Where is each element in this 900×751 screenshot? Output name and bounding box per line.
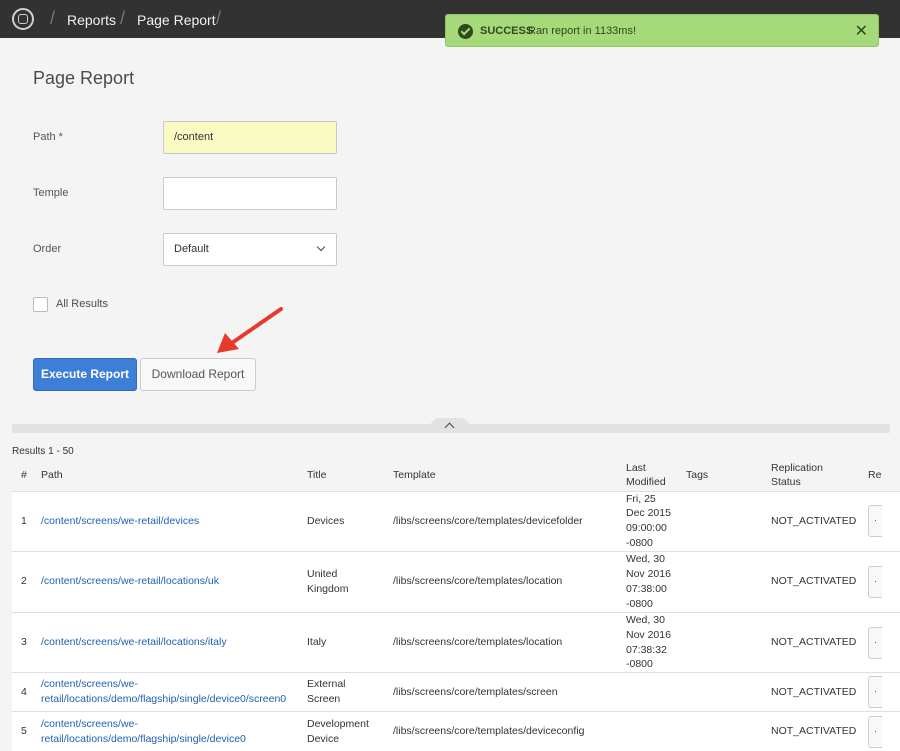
path-label: Path * [33, 131, 63, 143]
row-number: 5 [21, 725, 27, 738]
row-last-modified [626, 673, 686, 712]
column-header-tags[interactable]: Tags [686, 459, 771, 491]
all-results-checkbox[interactable] [33, 297, 48, 312]
results-summary: Results 1 - 50 [12, 446, 74, 457]
row-tags [686, 552, 771, 613]
row-template: /libs/screens/core/templates/location [393, 636, 563, 649]
row-title: Development Device [307, 717, 369, 745]
table-row: 1 /content/screens/we-retail/devices Dev… [12, 491, 900, 552]
row-action-button[interactable]: · [868, 676, 882, 709]
row-last-modified: Wed, 30 Nov 2016 07:38:00 -0800 [626, 553, 671, 610]
column-header-replication-status[interactable]: Replication Status [771, 459, 868, 491]
column-header-number: # [21, 468, 27, 481]
row-tags [686, 673, 771, 712]
order-select[interactable]: Default [163, 233, 337, 266]
row-title: External Screen [307, 678, 346, 706]
row-template: /libs/screens/core/templates/deviceconfi… [393, 725, 585, 738]
collapse-chevron-up-icon[interactable] [430, 418, 470, 433]
check-circle-icon [458, 24, 473, 39]
app-logo-icon[interactable] [12, 8, 34, 30]
row-replication-status: NOT_ACTIVATED [771, 685, 857, 698]
red-arrow-annotation [217, 307, 283, 353]
row-action-button[interactable]: · [868, 505, 882, 538]
row-action-button[interactable]: · [868, 565, 882, 598]
row-path-link[interactable]: /content/screens/we- retail/locations/de… [41, 718, 246, 745]
table-row: 4 /content/screens/we- retail/locations/… [12, 672, 900, 712]
execute-report-button[interactable]: Execute Report [33, 358, 137, 391]
row-template: /libs/screens/core/templates/location [393, 575, 563, 588]
row-title: Italy [307, 636, 327, 649]
order-select-value: Default [174, 243, 209, 255]
row-replication-status: NOT_ACTIVATED [771, 514, 857, 527]
row-template: /libs/screens/core/templates/devicefolde… [393, 514, 583, 527]
row-replication-status: NOT_ACTIVATED [771, 636, 857, 649]
breadcrumb-separator: / [50, 8, 56, 28]
toast-message: Ran report in 1133ms! [528, 25, 637, 37]
row-tags [686, 612, 771, 673]
results-table: # Path Title Template Last Modified Tags… [12, 459, 900, 751]
column-header-path[interactable]: Path [41, 459, 307, 491]
row-action-button[interactable]: · [868, 715, 882, 748]
column-header-title[interactable]: Title [307, 459, 393, 491]
template-label: Temple [33, 187, 69, 199]
row-title: Devices [307, 514, 345, 527]
page-title: Page Report [33, 68, 135, 88]
breadcrumb-page-report[interactable]: Page Report [137, 12, 216, 28]
row-path-link[interactable]: /content/screens/we-retail/locations/ita… [41, 636, 227, 648]
template-input[interactable] [163, 177, 337, 210]
row-number: 4 [21, 685, 27, 698]
column-header-last-modified[interactable]: Last Modified [626, 459, 686, 491]
chevron-down-icon [316, 242, 326, 252]
table-header-row: # Path Title Template Last Modified Tags… [12, 459, 900, 491]
table-row: 2 /content/screens/we-retail/locations/u… [12, 551, 900, 613]
table-row: 5 /content/screens/we- retail/locations/… [12, 711, 900, 751]
breadcrumb-separator: / [216, 8, 222, 28]
row-number: 1 [21, 514, 27, 527]
row-tags [686, 712, 771, 751]
row-action-button[interactable]: · [868, 626, 882, 659]
table-row: 3 /content/screens/we-retail/locations/i… [12, 612, 900, 673]
breadcrumb-separator: / [120, 8, 126, 28]
breadcrumb-reports[interactable]: Reports [67, 12, 116, 28]
row-path-link[interactable]: /content/screens/we- retail/locations/de… [41, 678, 286, 705]
column-header-truncated: Re [868, 468, 882, 481]
toast-title: SUCCESS [480, 25, 534, 37]
download-report-button[interactable]: Download Report [140, 358, 256, 391]
all-results-label: All Results [56, 298, 108, 310]
row-last-modified: Fri, 25 Dec 2015 09:00:00 -0800 [626, 492, 671, 550]
row-title: United Kingdom [307, 568, 349, 595]
row-replication-status: NOT_ACTIVATED [771, 725, 857, 738]
order-label: Order [33, 243, 62, 255]
column-header-template[interactable]: Template [393, 459, 626, 491]
success-toast: SUCCESS Ran report in 1133ms! ✕ [445, 14, 879, 47]
row-tags [686, 491, 771, 552]
row-replication-status: NOT_ACTIVATED [771, 575, 857, 588]
row-path-link[interactable]: /content/screens/we-retail/locations/uk [41, 575, 219, 587]
row-last-modified [626, 712, 686, 751]
row-template: /libs/screens/core/templates/screen [393, 685, 558, 698]
row-last-modified: Wed, 30 Nov 2016 07:38:32 -0800 [626, 613, 671, 671]
row-number: 2 [21, 575, 27, 588]
row-path-link[interactable]: /content/screens/we-retail/devices [41, 515, 199, 527]
row-number: 3 [21, 636, 27, 649]
close-icon[interactable]: ✕ [855, 21, 868, 41]
path-input[interactable]: /content [163, 121, 337, 154]
